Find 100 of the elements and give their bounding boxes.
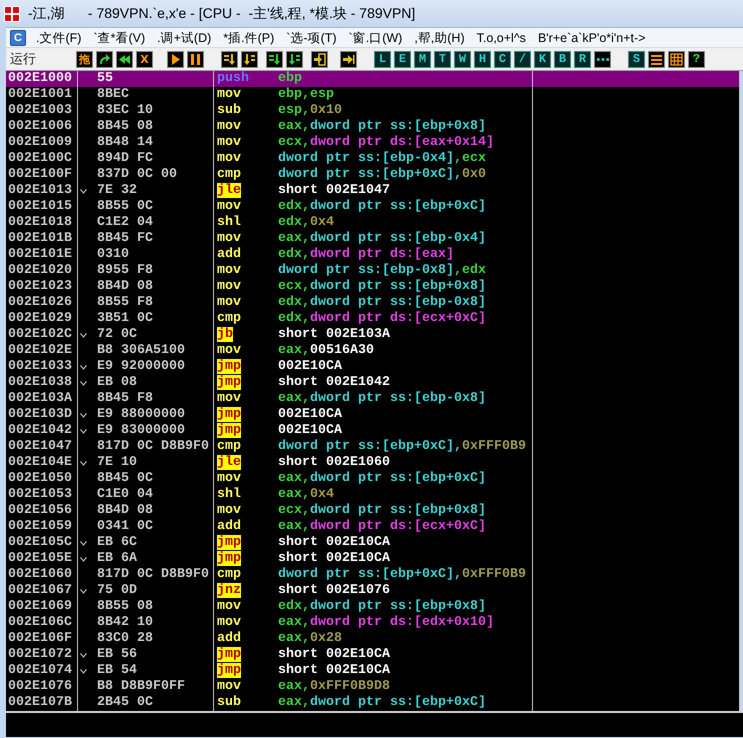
toolbar-button[interactable] <box>167 50 184 68</box>
code-row[interactable]: 002E103D E9 88000000 jmp 002E10CA <box>6 407 740 423</box>
code-row[interactable]: 002E1033 E9 92000000 jmp 002E10CA <box>6 359 740 375</box>
mnemonic: mov <box>217 343 241 358</box>
toolbar-button[interactable] <box>241 50 258 68</box>
code-row[interactable]: 002E1069 8B55 08 mov edx,dword ptr ss:[ebp+0x8] <box>6 599 740 615</box>
menu-item[interactable]: `选-项(T) <box>280 28 343 46</box>
help-button[interactable]: ? <box>688 50 705 68</box>
code-row[interactable]: 002E1072 EB 56 jmp short 002E10CA <box>6 647 740 663</box>
toolbar-button[interactable]: E <box>394 50 411 68</box>
code-row[interactable]: 002E1076 B8 D8B9F0FF mov eax,0xFFF0B9D8 <box>6 679 740 695</box>
code-row[interactable]: 002E1015 8B55 0C mov edx,dword ptr ss:[ebp+0xC] <box>6 199 740 215</box>
menu-item[interactable]: `窗.口(W) <box>342 28 408 46</box>
code-row[interactable]: 002E1001 8BEC mov ebp,esp <box>6 87 740 103</box>
toolbar-button[interactable]: L <box>374 50 391 68</box>
toolbar-button[interactable]: X <box>136 50 153 68</box>
menu-item[interactable]: B'r+e`a`kP'o*i'n+t-> <box>532 28 652 46</box>
menu-item[interactable]: *插.件(P) <box>217 28 280 46</box>
arrow-into-box-icon <box>313 52 326 66</box>
menu-item[interactable]: `查*看(V) <box>87 28 152 46</box>
mnemonic: push <box>217 71 249 86</box>
code-row[interactable]: 002E1067 75 0D jnz short 002E1076 <box>6 583 740 599</box>
code-row[interactable]: 002E1000 55 push ebp <box>6 71 740 87</box>
mnemonic: mov <box>217 87 241 102</box>
mnemonic: mov <box>217 295 241 310</box>
toolbar-button[interactable] <box>594 50 611 68</box>
hex-bytes: 75 0D <box>97 583 137 599</box>
code-row[interactable]: 002E1056 8B4D 08 mov ecx,dword ptr ss:[ebp+0x8] <box>6 503 740 519</box>
code-row[interactable]: 002E1026 8B55 F8 mov edx,dword ptr ss:[ebp-0x8] <box>6 295 740 311</box>
menu-item[interactable]: .文件(F) <box>30 28 88 46</box>
toolbar-button[interactable]: K <box>534 50 551 68</box>
code-row[interactable]: 002E1074 EB 54 jmp short 002E10CA <box>6 663 740 679</box>
operand-text: edx,dword ptr ss:[ebp+0x8] <box>278 599 486 615</box>
toolbar-button[interactable] <box>286 50 303 68</box>
hex-bytes: 8B55 08 <box>97 599 153 615</box>
mnemonic: mov <box>217 199 241 214</box>
toolbar-button[interactable]: W <box>454 50 471 68</box>
menu-item[interactable]: T.o,o+l^s <box>470 28 532 46</box>
mnemonic: mov <box>217 135 241 150</box>
menu-item[interactable]: .调+试(D) <box>151 28 218 46</box>
code-row[interactable]: 002E104E 7E 10 jle short 002E1060 <box>6 455 740 471</box>
toolbar-button[interactable]: 拖 <box>76 50 93 68</box>
code-row[interactable]: 002E1053 C1E0 04 shl eax,0x4 <box>6 487 740 503</box>
code-row[interactable]: 002E1023 8B4D 08 mov ecx,dword ptr ss:[ebp+0x8] <box>6 279 740 295</box>
code-row[interactable]: 002E1038 EB 08 jmp short 002E1042 <box>6 375 740 391</box>
code-row[interactable]: 002E101E 0310 add edx,dword ptr ds:[eax] <box>6 247 740 263</box>
toolbar-button[interactable]: M <box>414 50 431 68</box>
code-row[interactable]: 002E1006 8B45 08 mov eax,dword ptr ss:[ebp+0x8] <box>6 119 740 135</box>
code-row[interactable]: 002E105C EB 6C jmp short 002E10CA <box>6 535 740 551</box>
menu-item[interactable]: ,帮,助(H) <box>408 28 471 46</box>
toolbar-button[interactable]: H <box>474 50 491 68</box>
address-text: 002E1072 <box>6 647 78 663</box>
address-text: 002E1015 <box>6 199 78 215</box>
mnemonic: jmp <box>217 407 241 422</box>
toolbar-button[interactable]: R <box>574 50 591 68</box>
toolbar-button[interactable]: / <box>514 50 531 68</box>
operand-text: dword ptr ss:[ebp+0xC],0xFFF0B9 <box>278 567 526 583</box>
pause-icon <box>189 52 202 66</box>
code-row[interactable]: 002E100C 894D FC mov dword ptr ss:[ebp-0x4],ecx <box>6 151 740 167</box>
toolbar-button[interactable] <box>266 50 283 68</box>
toolbar-button[interactable] <box>648 50 665 68</box>
toolbar-button[interactable] <box>221 50 238 68</box>
toolbar-button[interactable]: S <box>628 50 645 68</box>
app-menu-icon[interactable]: C <box>10 30 26 46</box>
hex-bytes: E9 92000000 <box>97 359 185 375</box>
mnemonic: shl <box>217 487 241 502</box>
address-text: 002E100F <box>6 167 78 183</box>
toolbar-button[interactable] <box>340 50 357 68</box>
address-text: 002E1074 <box>6 663 78 679</box>
code-row[interactable]: 002E106C 8B42 10 mov eax,dword ptr ds:[edx+0x10] <box>6 615 740 631</box>
toolbar-button[interactable] <box>311 50 328 68</box>
hex-bytes: EB 54 <box>97 663 137 679</box>
code-row[interactable]: 002E1003 83EC 10 sub esp,0x10 <box>6 103 740 119</box>
code-row[interactable]: 002E1009 8B48 14 mov ecx,dword ptr ds:[eax+0x14] <box>6 135 740 151</box>
code-row[interactable]: 002E101B 8B45 FC mov eax,dword ptr ss:[ebp-0x4] <box>6 231 740 247</box>
toolbar-button[interactable]: T <box>434 50 451 68</box>
hex-bytes: 8BEC <box>97 87 129 103</box>
code-row[interactable]: 002E1018 C1E2 04 shl edx,0x4 <box>6 215 740 231</box>
toolbar-button[interactable] <box>96 50 113 68</box>
code-row[interactable]: 002E1050 8B45 0C mov eax,dword ptr ss:[ebp+0xC] <box>6 471 740 487</box>
toolbar-button[interactable]: C <box>494 50 511 68</box>
toolbar-button[interactable]: B <box>554 50 571 68</box>
code-row[interactable]: 002E105E EB 6A jmp short 002E10CA <box>6 551 740 567</box>
operand-text: dword ptr ss:[ebp-0x8],edx <box>278 263 486 279</box>
address-text: 002E1033 <box>6 359 78 375</box>
operand-text: short 002E1076 <box>278 583 390 599</box>
address-text: 002E1059 <box>6 519 78 535</box>
code-row[interactable]: 002E1013 7E 32 jle short 002E1047 <box>6 183 740 199</box>
operand-text: esp,0x10 <box>278 103 342 119</box>
toolbar-button[interactable] <box>668 50 685 68</box>
toolbar-button[interactable] <box>116 50 133 68</box>
operand-text: eax,00516A30 <box>278 343 374 359</box>
mnemonic: sub <box>217 695 241 710</box>
address-text: 002E102E <box>6 343 78 359</box>
code-row[interactable]: 002E1042 E9 83000000 jmp 002E10CA <box>6 423 740 439</box>
address-text: 002E1006 <box>6 119 78 135</box>
mnemonic: add <box>217 247 241 262</box>
code-row[interactable]: 002E1020 8955 F8 mov dword ptr ss:[ebp-0x8],edx <box>6 263 740 279</box>
code-row[interactable]: 002E102C 72 0C jb short 002E103A <box>6 327 740 343</box>
toolbar-button[interactable] <box>187 50 204 68</box>
